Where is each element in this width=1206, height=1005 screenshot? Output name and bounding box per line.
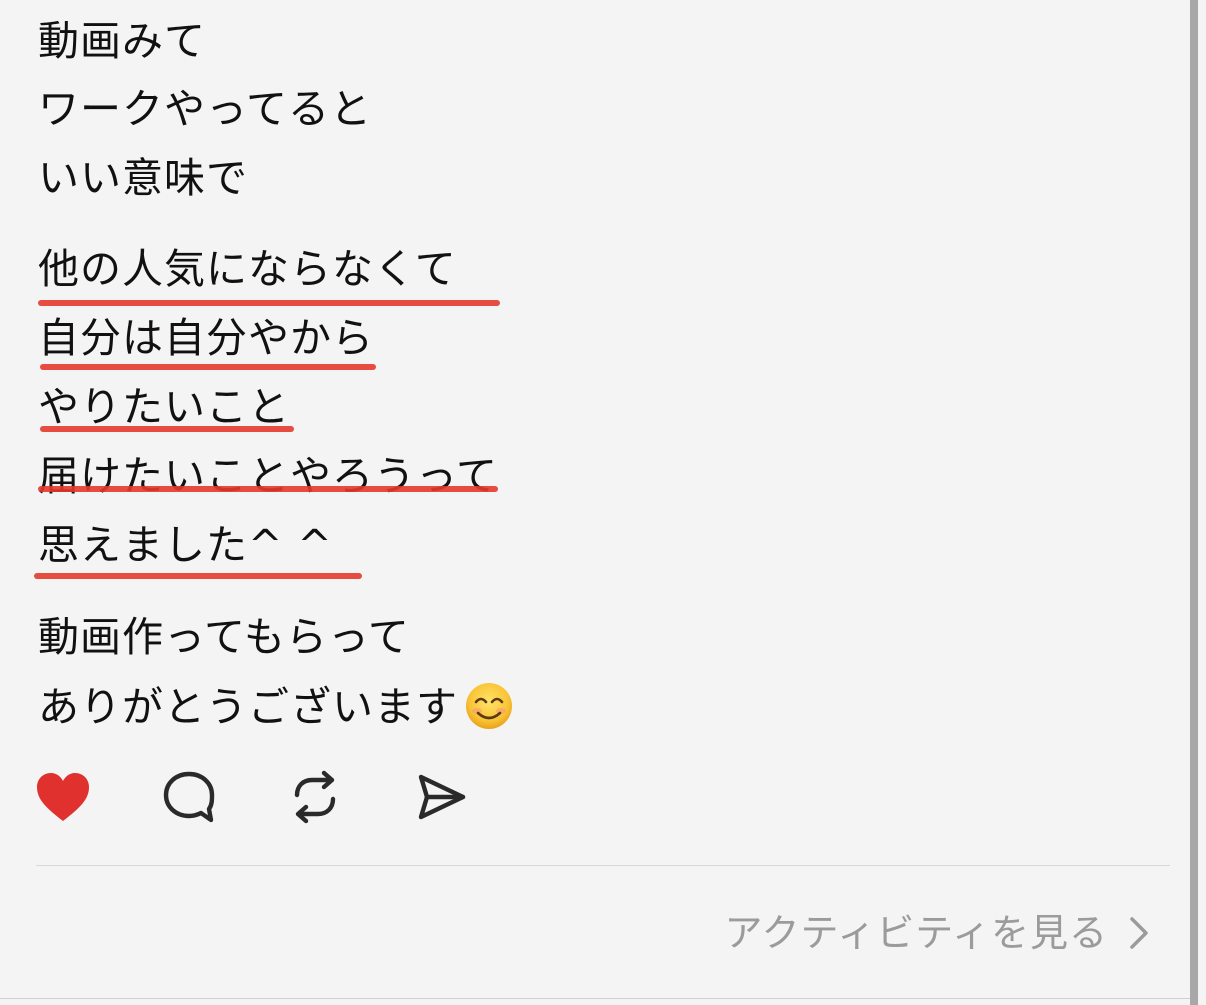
red-underline [38,300,500,306]
divider [36,865,1170,866]
view-activity-label: アクティビティを見る [724,911,1108,955]
post-text-line-10: ありがとうございます [38,681,514,732]
post-text-line-6: やりたいこと [38,382,290,432]
like-button[interactable] [31,765,95,829]
highlighted-text: 自分は自分やから [38,314,374,362]
heart-filled-icon [37,773,89,821]
share-button[interactable] [409,765,473,829]
chevron-right-icon [1130,917,1148,949]
post-text-line-3: いい意味で [38,154,248,202]
highlighted-text: 他の人気にならなくて [38,245,457,293]
scrollbar[interactable] [1190,0,1198,1005]
post-text-span: ありがとうございます [38,683,458,731]
bottom-border [0,998,1190,999]
red-underline [40,364,376,370]
comment-bubble-icon [163,771,215,823]
red-underline [34,573,362,579]
post-text-line-8: 思えました^ ^ [38,520,333,570]
post-text-line-9: 動画作ってもらって [38,613,410,661]
red-underline [38,486,498,492]
repost-button[interactable] [283,765,347,829]
highlighted-text: 届けたいことやろうって [38,452,498,500]
post-text-line-4: 他の人気にならなくて [38,244,457,294]
view-activity-link[interactable]: アクティビティを見る [724,905,1154,961]
post-text-line-5: 自分は自分やから [38,313,374,363]
highlighted-text: やりたいこと [38,383,290,431]
highlighted-text: 思えました^ ^ [38,521,333,569]
repost-icon [294,770,336,824]
post-text-line-2: ワークやってると [38,85,372,133]
post-text-line-7: 届けたいことやろうって [38,451,498,501]
smiling-face-emoji-icon [466,683,512,729]
red-underline [40,426,294,432]
post-text-line-1: 動画みて [38,17,206,65]
post-card: 動画みて ワークやってると いい意味で 他の人気にならなくて 自分は自分やから … [0,0,1206,1005]
send-icon [418,774,466,820]
post-actions-bar [0,765,600,835]
comment-button[interactable] [157,765,221,829]
